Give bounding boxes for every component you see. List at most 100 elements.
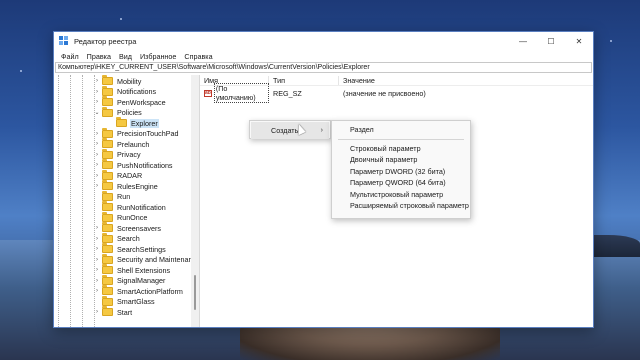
wallpaper-star bbox=[20, 70, 22, 72]
tree-scrollbar[interactable] bbox=[191, 75, 199, 327]
tree-item-runnotification[interactable]: RunNotification bbox=[94, 201, 167, 213]
tree-item-penworkspace[interactable]: › PenWorkspace bbox=[94, 96, 167, 108]
menu-item-multistring-value[interactable]: Мультистроковый параметр bbox=[332, 189, 470, 201]
title-bar[interactable]: Редактор реестра — ☐ ✕ bbox=[54, 32, 593, 50]
menu-item-expandable-string-value[interactable]: Расширяемый строковый параметр bbox=[332, 200, 470, 212]
tree-item-label: SmartGlass bbox=[117, 297, 155, 307]
registry-editor-icon bbox=[59, 36, 69, 46]
folder-icon bbox=[102, 253, 113, 264]
expand-chevron-icon[interactable]: › bbox=[94, 131, 100, 137]
menu-item-key[interactable]: Раздел bbox=[332, 124, 470, 136]
expand-chevron-icon[interactable]: › bbox=[94, 152, 100, 158]
expand-chevron-icon[interactable]: › bbox=[94, 309, 100, 315]
tree-item-label: Security and Maintenanc bbox=[117, 255, 197, 265]
menu-item-label: Расширяемый строковый параметр bbox=[350, 201, 469, 211]
tree-scrollbar-thumb[interactable] bbox=[194, 275, 196, 310]
menu-item-string-value[interactable]: Строковый параметр bbox=[332, 143, 470, 155]
tree-item-label: Mobility bbox=[117, 76, 142, 86]
tree-item-search[interactable]: › Search bbox=[94, 232, 141, 245]
expand-chevron-icon[interactable]: › bbox=[94, 162, 100, 168]
value-type: REG_SZ bbox=[273, 88, 302, 98]
folder-icon bbox=[102, 148, 113, 159]
folder-icon bbox=[102, 222, 113, 233]
menu-help[interactable]: Справка bbox=[180, 52, 216, 61]
tree-item-label: Policies bbox=[117, 108, 142, 118]
column-type-header[interactable]: Тип bbox=[269, 75, 339, 85]
tree-item-start[interactable]: › Start bbox=[94, 306, 133, 318]
expand-chevron-icon[interactable]: › bbox=[94, 141, 100, 147]
tree-item-privacy[interactable]: › Privacy bbox=[94, 148, 142, 161]
tree-item-label: SignalManager bbox=[117, 276, 166, 286]
main-content: › Mobility › Notifications › PenWorkspace ⌄ Pol… bbox=[54, 75, 593, 327]
expand-chevron-icon[interactable]: › bbox=[94, 99, 100, 105]
tree-item-pushnotifications[interactable]: › PushNotifications bbox=[94, 159, 174, 171]
tree-item-smartactionplatform[interactable]: › SmartActionPlatform bbox=[94, 285, 184, 297]
folder-icon bbox=[102, 85, 113, 96]
address-bar[interactable]: Компьютер\HKEY_CURRENT_USER\Software\Mic… bbox=[55, 62, 592, 73]
expand-chevron-icon[interactable]: › bbox=[94, 236, 100, 242]
tree-item-label: Notifications bbox=[117, 87, 157, 97]
tree-item-label: PrecisionTouchPad bbox=[117, 129, 179, 139]
minimize-button[interactable]: — bbox=[509, 32, 537, 50]
folder-icon bbox=[102, 138, 113, 149]
tree-item-rulesengine[interactable]: › RulesEngine bbox=[94, 180, 159, 192]
value-row[interactable]: ab (По умолчанию) REG_SZ (значение не пр… bbox=[200, 83, 593, 103]
maximize-button[interactable]: ☐ bbox=[537, 32, 565, 50]
menu-item-qword-value[interactable]: Параметр QWORD (64 бита) bbox=[332, 177, 470, 189]
tree-item-label: Explorer bbox=[130, 118, 159, 128]
tree-item-label: RunNotification bbox=[117, 202, 166, 212]
expand-chevron-icon[interactable]: › bbox=[94, 225, 100, 231]
folder-icon bbox=[116, 117, 127, 128]
menu-item-label: Двоичный параметр bbox=[350, 155, 418, 165]
menu-item-dword-value[interactable]: Параметр DWORD (32 бита) bbox=[332, 166, 470, 178]
menu-edit[interactable]: Правка bbox=[83, 52, 115, 61]
folder-icon bbox=[102, 243, 113, 254]
chevron-right-icon: › bbox=[320, 127, 323, 134]
tree-item-precisiontouchpad[interactable]: › PrecisionTouchPad bbox=[94, 127, 180, 140]
menu-favorites[interactable]: Избранное bbox=[136, 52, 180, 61]
tree-item-label: RulesEngine bbox=[117, 181, 158, 191]
expand-chevron-icon[interactable]: › bbox=[94, 246, 100, 252]
value-data: (значение не присвоено) bbox=[343, 88, 426, 98]
window-title: Редактор реестра bbox=[74, 36, 137, 46]
menu-file[interactable]: Файл bbox=[57, 52, 83, 61]
registry-editor-window: Редактор реестра — ☐ ✕ Файл Правка Вид И… bbox=[53, 31, 594, 328]
tree-item-run[interactable]: Run bbox=[94, 190, 131, 203]
menu-item-create[interactable]: Создать › bbox=[251, 122, 329, 139]
tree-item-shell-extensions[interactable]: › Shell Extensions bbox=[94, 264, 171, 276]
folder-icon bbox=[102, 285, 113, 296]
menu-view[interactable]: Вид bbox=[115, 52, 136, 61]
folder-icon bbox=[102, 127, 113, 138]
expand-chevron-icon[interactable]: ⌄ bbox=[94, 109, 100, 116]
key-tree: › Mobility › Notifications › PenWorkspace ⌄ Pol… bbox=[54, 75, 200, 327]
expand-chevron-icon[interactable]: › bbox=[94, 78, 100, 84]
tree-item-prelaunch[interactable]: › Prelaunch bbox=[94, 138, 150, 150]
tree-item-searchsettings[interactable]: › SearchSettings bbox=[94, 243, 167, 255]
expand-chevron-icon[interactable]: › bbox=[94, 288, 100, 294]
close-button[interactable]: ✕ bbox=[565, 32, 593, 50]
tree-item-screensavers[interactable]: › Screensavers bbox=[94, 222, 162, 234]
folder-icon bbox=[102, 201, 113, 212]
tree-item-explorer[interactable]: Explorer bbox=[108, 117, 159, 129]
tree-item-label: PushNotifications bbox=[117, 160, 173, 170]
tree-item-security-and-maintenanc[interactable]: › Security and Maintenanc bbox=[94, 253, 197, 266]
tree-item-label: Prelaunch bbox=[117, 139, 150, 149]
tree-item-label: Privacy bbox=[117, 150, 141, 160]
folder-icon bbox=[102, 180, 113, 191]
expand-chevron-icon[interactable]: › bbox=[94, 267, 100, 273]
menu-item-label: Параметр DWORD (32 бита) bbox=[350, 166, 446, 176]
tree-item-mobility[interactable]: › Mobility bbox=[94, 75, 142, 87]
expand-chevron-icon[interactable]: › bbox=[94, 173, 100, 179]
string-value-icon: ab bbox=[204, 89, 212, 97]
expand-chevron-icon[interactable]: › bbox=[94, 183, 100, 189]
folder-icon bbox=[102, 274, 113, 285]
expand-chevron-icon[interactable]: › bbox=[94, 278, 100, 284]
folder-icon bbox=[102, 159, 113, 170]
tree-item-label: PenWorkspace bbox=[117, 97, 166, 107]
menu-item-binary-value[interactable]: Двоичный параметр bbox=[332, 154, 470, 166]
menu-item-label: Параметр QWORD (64 бита) bbox=[350, 178, 446, 188]
column-value-header[interactable]: Значение bbox=[339, 76, 593, 85]
expand-chevron-icon[interactable]: › bbox=[94, 89, 100, 95]
value-name-cell: ab (По умолчанию) bbox=[200, 83, 269, 103]
expand-chevron-icon[interactable]: › bbox=[94, 257, 100, 263]
